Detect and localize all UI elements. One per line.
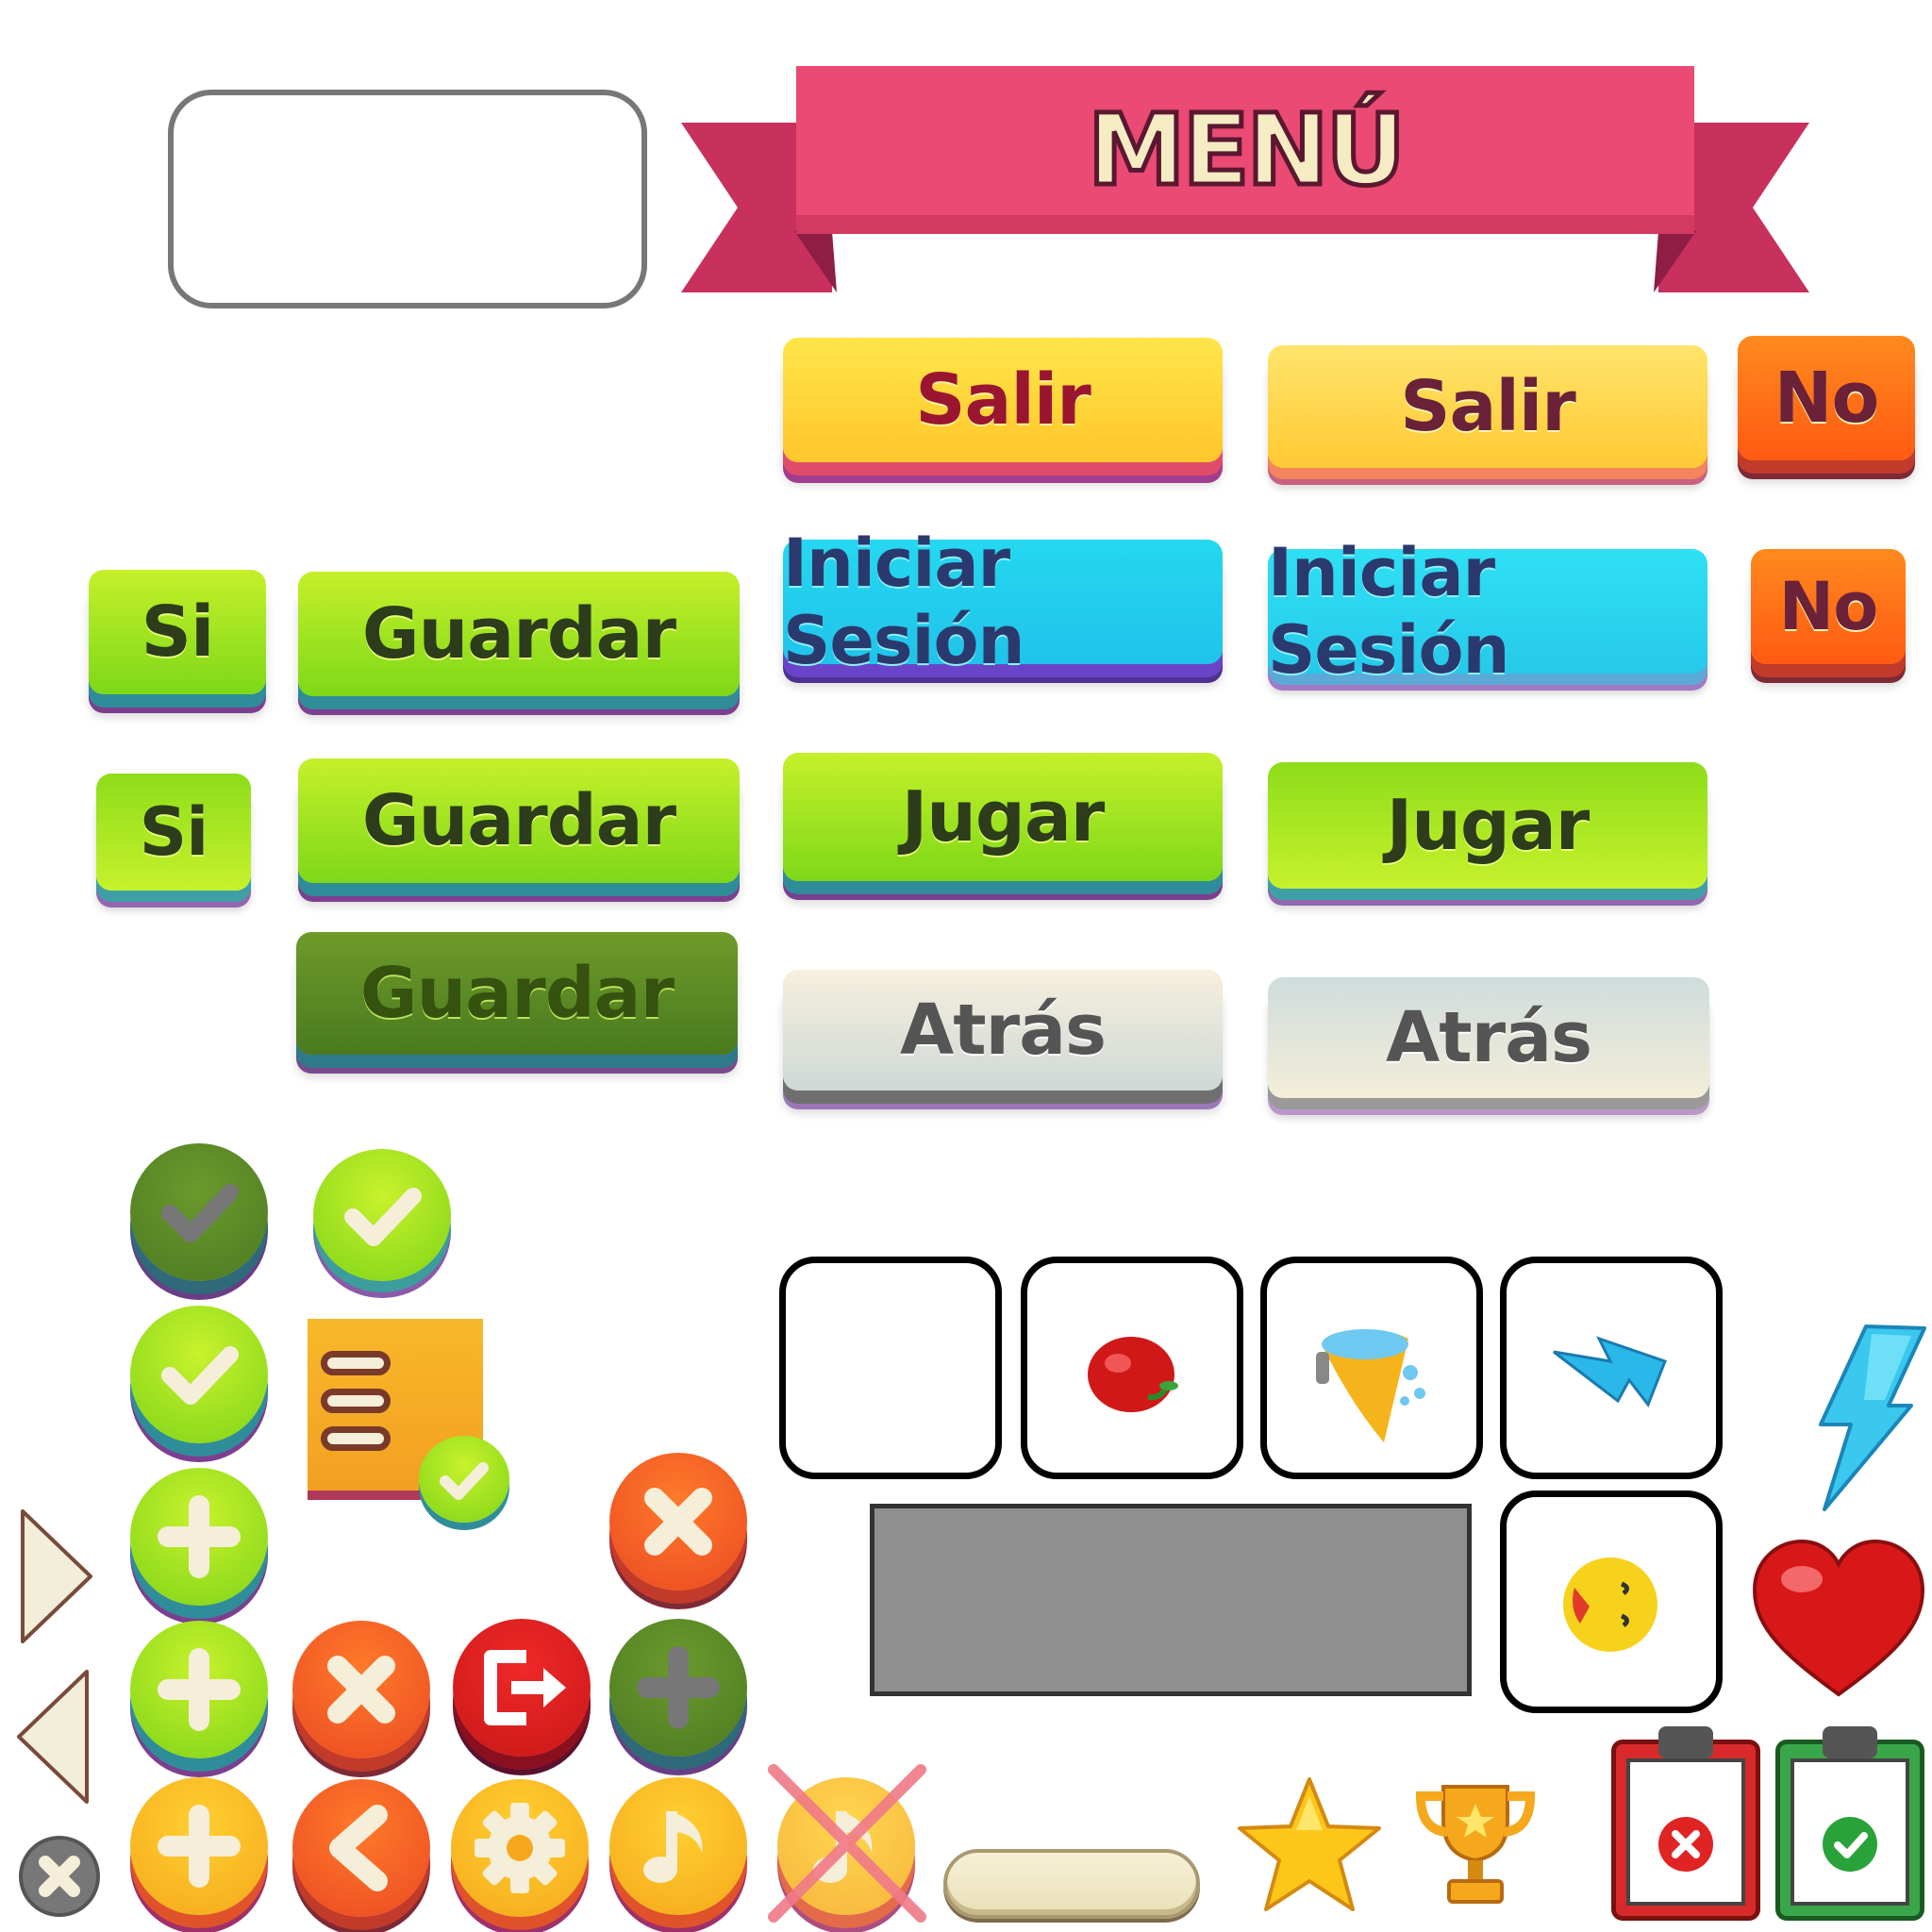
clipboard-fail [1611,1726,1760,1921]
no-label: No [1778,568,1879,645]
close-icon [327,1656,395,1724]
exit-icon [484,1650,566,1725]
check-button-pressed[interactable] [313,1149,451,1281]
plus-icon [158,1495,241,1578]
settings-button[interactable] [451,1779,589,1917]
check-icon [344,1188,422,1246]
si-label: Si [139,793,208,871]
star-icon [1238,1777,1381,1911]
jugar-label: Jugar [1386,785,1591,866]
clipboard-x-icon [1658,1817,1713,1872]
trophy-icon [1415,1785,1536,1904]
gear-icon [475,1803,565,1893]
check-button-disabled[interactable] [130,1143,268,1281]
jugar-label: Jugar [901,776,1106,858]
plus-icon [158,1805,241,1888]
salir-button[interactable]: Salir [1268,345,1707,468]
progress-bar [943,1849,1200,1919]
atras-button[interactable]: Atrás [1268,977,1709,1098]
atras-button-pressed[interactable]: Atrás [783,970,1223,1091]
item-slot-food[interactable] [1021,1257,1243,1479]
music-off-icon [768,1764,926,1923]
plus-button-green[interactable] [130,1621,268,1758]
close-button[interactable] [609,1453,747,1591]
check-icon [161,1346,239,1405]
atras-label: Atrás [1385,997,1592,1078]
guardar-button-hover[interactable]: Guardar [298,758,740,883]
close-button-small[interactable] [292,1621,430,1758]
jugar-button[interactable]: Jugar [1268,762,1707,889]
login-button-pressed[interactable]: Iniciar Sesión [783,525,1223,679]
item-slot-mood[interactable] [1500,1491,1723,1713]
no-button[interactable]: No [1738,336,1915,460]
si-label: Si [141,591,215,673]
check-badge-icon [419,1436,509,1523]
jugar-button-pressed[interactable]: Jugar [783,753,1223,881]
login-button[interactable]: Iniciar Sesión [1268,534,1707,689]
no-label: No [1774,358,1880,439]
guardar-label: Guardar [361,593,676,675]
login-label: Iniciar Sesión [1268,534,1509,689]
salir-button-pressed[interactable]: Salir [783,338,1223,462]
heart-icon [1752,1539,1925,1697]
guardar-button[interactable]: Guardar [298,572,740,696]
music-button[interactable] [609,1777,747,1915]
list-line-icon [321,1426,391,1451]
si-button-small[interactable]: Si [96,774,251,891]
item-slot-energy[interactable] [1500,1257,1723,1479]
chevron-left-icon [329,1805,388,1891]
atras-label: Atrás [899,990,1107,1071]
exit-button[interactable] [453,1619,591,1757]
smiley-icon [1563,1557,1657,1652]
menu-banner: MENÚ [681,66,1809,292]
grey-panel [870,1504,1472,1696]
clipboard-clip [1658,1726,1713,1758]
back-button[interactable] [292,1779,430,1917]
guardar-button-disabled[interactable]: Guardar [296,932,738,1055]
triangle-right-icon[interactable] [17,1506,96,1647]
close-icon [39,1856,80,1897]
plus-button-disabled[interactable] [609,1619,747,1757]
apple-icon [1088,1337,1178,1412]
plus-icon [637,1646,720,1729]
clipboard-check-icon [1823,1817,1877,1872]
no-button-small[interactable]: No [1751,549,1906,664]
lightning-icon [1553,1336,1667,1408]
close-icon [644,1488,712,1556]
item-slot-bath[interactable] [1260,1257,1483,1479]
banner-title: MENÚ [1085,91,1407,210]
list-line-icon [321,1351,391,1375]
plus-icon [158,1648,241,1731]
check-button[interactable] [130,1306,268,1443]
si-button[interactable]: Si [89,570,266,694]
plus-button[interactable] [130,1468,268,1606]
guardar-label: Guardar [359,953,675,1034]
login-label: Iniciar Sesión [783,525,1024,679]
music-off-button[interactable] [766,1762,928,1924]
empty-text-frame [168,90,647,308]
guardar-label: Guardar [361,780,676,861]
triangle-left-icon[interactable] [13,1666,92,1807]
clipboard-success [1775,1726,1924,1921]
lightning-icon [1819,1324,1926,1511]
close-button-mini[interactable] [19,1836,100,1917]
plus-button-yellow[interactable] [130,1777,268,1915]
item-slot-empty[interactable] [779,1257,1002,1479]
salir-label: Salir [1400,366,1575,447]
salir-label: Salir [915,359,1091,441]
music-note-icon [643,1811,703,1883]
check-icon [161,1184,239,1242]
bathtub-icon [1316,1329,1425,1442]
clipboard-clip [1823,1726,1877,1758]
task-list-icon[interactable] [308,1319,515,1528]
list-line-icon [321,1389,391,1413]
